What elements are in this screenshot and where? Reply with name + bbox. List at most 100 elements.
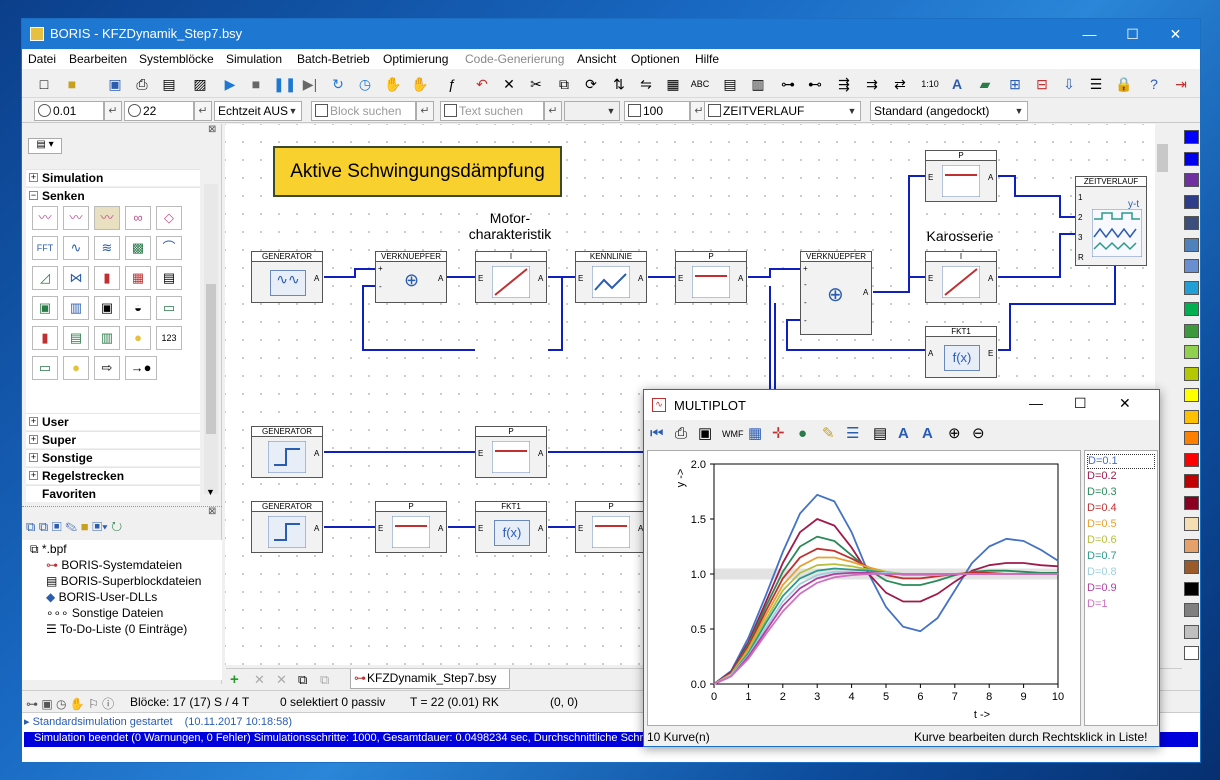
wire[interactable] — [998, 233, 1075, 278]
menu-batch-betrieb[interactable]: Batch-Betrieb — [297, 52, 370, 66]
wave-icon[interactable]: ≋ — [94, 236, 120, 260]
chevron-down-icon[interactable]: ▼ — [206, 487, 215, 497]
wire[interactable] — [324, 268, 375, 278]
i-block-karosserie[interactable]: I E A — [925, 251, 997, 303]
curve-list-item[interactable]: D=0.4 — [1087, 502, 1155, 517]
color-swatch[interactable] — [1184, 151, 1199, 166]
font-icon[interactable]: A — [898, 421, 909, 447]
tree-item-todo[interactable]: ☰ To-Do-Liste (0 Einträge) — [46, 622, 187, 636]
download-icon[interactable]: ⇩ — [1059, 74, 1079, 94]
color-swatch[interactable] — [1184, 366, 1199, 381]
zeitverlauf-block[interactable]: ZEITVERLAUF 1 2 3 Ry-t — [1075, 176, 1147, 266]
minimize-button[interactable]: — — [1067, 19, 1112, 49]
close-panel2-icon[interactable]: ⊠ — [208, 506, 216, 517]
label-karosserie[interactable]: Karosserie — [915, 228, 1005, 244]
color-swatch[interactable] — [1184, 237, 1199, 252]
display-icon[interactable]: ▣ — [94, 296, 120, 320]
category-regelstrecken[interactable]: + Regelstrecken — [26, 467, 200, 484]
p-block-1[interactable]: P E A — [675, 251, 747, 303]
kennlinie-block[interactable]: KENNLINIE E A — [575, 251, 647, 303]
color-swatch[interactable] — [1184, 560, 1199, 574]
apply-end-time-button[interactable]: ↵ — [194, 101, 212, 121]
color-swatch[interactable] — [1184, 345, 1199, 359]
color-swatch[interactable] — [1184, 194, 1199, 209]
wire-icon[interactable]: ⇶ — [834, 74, 854, 94]
refresh-icon[interactable]: ↻ — [111, 519, 122, 534]
project-icon[interactable]: ⧉ ⧉ ▣ ✎ — [26, 519, 81, 534]
apply-step-button[interactable]: ↵ — [104, 101, 122, 121]
zoom-in-icon[interactable]: ⊕ — [948, 421, 961, 447]
text-search-go-button[interactable]: ↵ — [544, 101, 562, 121]
xy2-icon[interactable]: ⋈ — [63, 266, 89, 290]
category-user[interactable]: + User — [26, 413, 200, 430]
curve-list[interactable]: D=0.1 D=0.2 D=0.3 D=0.4 D=0.5 D=0.6 D=0.7 D=0.8… — [1084, 450, 1158, 726]
multiplot-maximize-button[interactable]: ☐ — [1074, 395, 1087, 412]
curve-list-item[interactable]: D=0.3 — [1087, 486, 1155, 501]
splitter[interactable] — [22, 506, 222, 510]
paste-tab-icon[interactable]: ⧉ — [320, 672, 329, 688]
fkt1-block-1[interactable]: FKT1 Af(x) E — [925, 326, 997, 378]
color-swatch[interactable] — [1184, 624, 1199, 639]
menu-hilfe[interactable]: Hilfe — [695, 52, 719, 66]
lines-icon[interactable]: ☰ — [846, 421, 859, 447]
first-icon[interactable]: ⏮ — [650, 421, 664, 447]
terminator-icon[interactable]: →● — [125, 356, 157, 380]
color-swatch[interactable] — [1184, 517, 1199, 531]
color-swatch[interactable] — [1184, 409, 1199, 424]
exit-icon[interactable]: ⇥ — [1171, 74, 1191, 94]
digital-display-icon[interactable]: 123 — [156, 326, 182, 350]
scrollbar-thumb[interactable] — [206, 284, 216, 434]
color-swatch[interactable] — [1184, 495, 1199, 510]
lamp-icon[interactable]: ● — [63, 356, 89, 380]
color-swatch[interactable] — [1184, 388, 1199, 402]
timer-icon[interactable]: ◷ — [355, 74, 375, 94]
text-icon[interactable]: A — [947, 74, 967, 94]
realtime-select[interactable]: Echtzeit AUS ▼ — [214, 101, 302, 121]
color-swatch[interactable] — [1184, 452, 1199, 467]
plot-area[interactable]: 0 1 2 3 4 5 6 7 8 9 10 0.0 0.5 1.0 1.5 2.0 t -> y -> — [647, 450, 1081, 726]
remove-icon[interactable]: ✕ — [254, 672, 265, 688]
color-swatch[interactable] — [1184, 431, 1199, 445]
scope-icon[interactable]: ▣ — [32, 296, 58, 320]
fkt1-block-2[interactable]: FKT1 Ef(x) A — [475, 501, 547, 553]
edit-icon[interactable]: ✎ — [822, 421, 835, 447]
view-select[interactable]: ZEITVERLAUF ▼ — [704, 101, 861, 121]
view-mode-icon[interactable]: ▤ ▾ — [28, 138, 62, 154]
zeitverlauf-icon[interactable]: 〰 — [94, 206, 120, 230]
ungroup-icon[interactable]: ▥ — [748, 74, 768, 94]
curve-list-item[interactable]: D=0.7 — [1087, 550, 1155, 565]
folder-icon[interactable]: ■ — [81, 519, 89, 534]
cut-icon[interactable]: ✂ — [526, 74, 546, 94]
tree-item-sonstige[interactable]: ∘∘∘ Sonstige Dateien — [46, 606, 163, 620]
verknuepfer-block-1[interactable]: VERKNUEPFER + - ⊕ A — [375, 251, 447, 303]
level-icon[interactable]: ▤ — [63, 326, 89, 350]
block-props-icon[interactable]: ▦ — [663, 74, 683, 94]
camera-icon[interactable]: ▣ — [698, 421, 712, 447]
print-preview-icon[interactable]: ▤ — [159, 74, 179, 94]
curve-list-item[interactable]: D=0.6 — [1087, 534, 1155, 549]
block-search-go-button[interactable]: ↵ — [416, 101, 434, 121]
color-swatch[interactable] — [1184, 280, 1199, 295]
tree-item-systemdateien[interactable]: ⊶ BORIS-Systemdateien — [46, 558, 182, 572]
block-search-input[interactable]: Block suchen — [311, 101, 416, 121]
curve-list-item[interactable]: D=0.9 — [1087, 582, 1155, 597]
diagram-title[interactable]: Aktive Schwingungsdämpfung — [273, 146, 562, 197]
tree-item-superblockdateien[interactable]: ▤ BORIS-Superblockdateien — [46, 574, 201, 588]
layout-icon[interactable]: ⊞ — [1005, 74, 1025, 94]
export-icon[interactable]: ▨ — [190, 74, 210, 94]
wire[interactable] — [998, 175, 1075, 218]
text-search-input[interactable]: Text suchen — [440, 101, 544, 121]
lock-icon[interactable]: 🔒 — [1114, 74, 1134, 94]
image-icon[interactable]: ▰ — [975, 74, 995, 94]
lamp-sound-icon[interactable]: ● — [125, 326, 151, 350]
delete-icon[interactable]: ✕ — [499, 74, 519, 94]
table-icon[interactable]: ▦ — [125, 266, 151, 290]
font-clear-icon[interactable]: A — [922, 421, 933, 447]
pause-icon[interactable]: ❚❚ — [273, 74, 296, 94]
area-icon[interactable]: ◿ — [32, 266, 58, 290]
arrow-icon[interactable]: ⇨ — [94, 356, 120, 380]
bars-icon[interactable]: ▮ — [94, 266, 120, 290]
step-icon[interactable]: ▶| — [300, 74, 320, 94]
curve-list-item[interactable]: D=0.2 — [1087, 470, 1155, 485]
meter-icon[interactable]: ◒ — [125, 296, 151, 320]
